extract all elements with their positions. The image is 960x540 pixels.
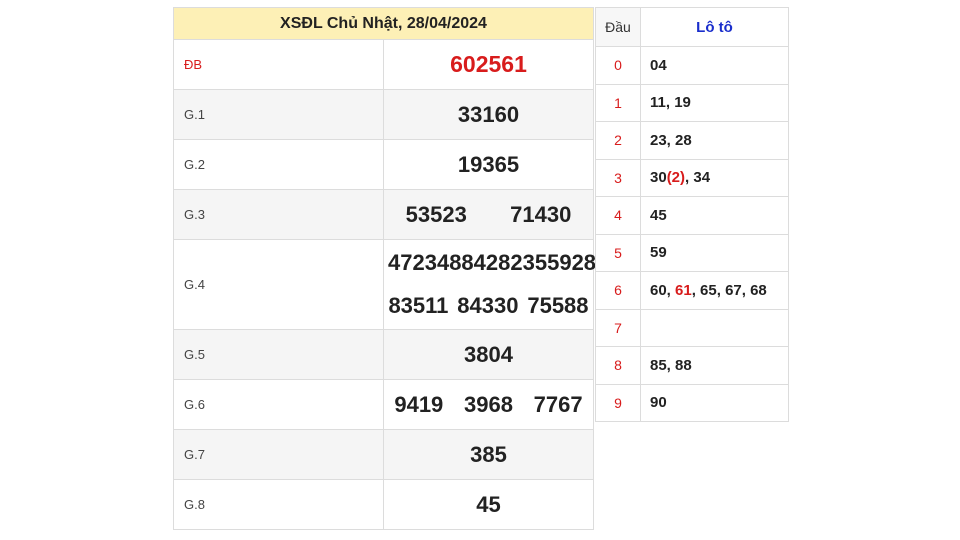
loto-values: 59 [640,233,789,272]
prize-row-g3: G.3 53523 71430 [173,189,594,240]
prize-label: G.8 [173,479,384,530]
loto-dau: 0 [595,46,641,85]
prize-value: 3804 [464,341,513,367]
loto-value: 61 [675,281,692,299]
loto-value: , 34 [685,169,711,187]
loto-values [640,308,789,347]
loto-dau: 8 [595,346,641,385]
loto-row: 9 90 [595,383,789,422]
loto-value: 85, 88 [650,356,692,374]
prize-value: 53523 [405,201,467,227]
prize-value: 33160 [457,101,520,127]
loto-values: 90 [640,383,789,422]
loto-row: 3 30(2), 34 [595,158,789,197]
loto-row: 8 85, 88 [595,346,789,385]
loto-values: 23, 28 [640,121,789,160]
prize-value: 47234 [388,250,450,275]
loto-value: 59 [650,244,667,262]
prize-label: G.4 [173,239,384,330]
results-title: XSĐL Chủ Nhật, 28/04/2024 [173,7,594,40]
loto-dau: 4 [595,196,641,235]
prize-value: 23559 [510,250,572,275]
prize-value: 83511 [388,293,449,318]
loto-value: 23, 28 [650,131,692,149]
prize-value: 3968 [464,391,513,417]
loto-value: , 65, 67, 68 [691,281,767,299]
loto-value: 90 [650,394,667,412]
prize-label: G.5 [173,329,384,380]
prize-row-g1: G.1 33160 [173,89,594,140]
loto-dau: 2 [595,121,641,160]
prize-value: 602561 [450,51,527,77]
prize-label: G.7 [173,429,384,480]
loto-values: 30(2), 34 [640,158,789,197]
prize-value: 45 [476,491,501,517]
loto-value: 60, [650,281,676,299]
loto-value: 45 [650,206,667,224]
prize-value: 9419 [394,391,444,417]
prize-label: G.2 [173,139,384,190]
loto-dau: 6 [595,271,641,310]
prize-row-special: ĐB 602561 [173,39,594,90]
loto-row: 6 60, 61, 65, 67, 68 [595,271,789,310]
loto-dau: 1 [595,83,641,122]
loto-value: (2) [666,169,686,187]
prize-label: G.3 [173,189,384,240]
loto-dau: 7 [595,308,641,347]
loto-row: 2 23, 28 [595,121,789,160]
loto-values: 11, 19 [640,83,789,122]
prize-value: 7767 [533,391,583,417]
prize-label: ĐB [173,39,384,90]
loto-values: 85, 88 [640,346,789,385]
prize-row-g6: G.6 9419 3968 7767 [173,379,594,430]
loto-table: Đầu Lô tô 0 04 1 11, 19 2 23, 28 3 30(2), 34 4 45… [595,7,789,422]
results-table: XSĐL Chủ Nhật, 28/04/2024 ĐB 602561 G.1 … [173,7,633,530]
loto-value: 30 [650,169,667,187]
loto-header-dau: Đầu [595,7,641,47]
loto-row: 4 45 [595,196,789,235]
loto-value: 11, 19 [650,94,691,112]
prize-label: G.1 [173,89,384,140]
prize-row-g5: G.5 3804 [173,329,594,380]
loto-value: 04 [650,56,667,74]
loto-dau: 5 [595,233,641,272]
loto-dau: 3 [595,158,641,197]
loto-values: 04 [640,46,789,85]
loto-header-loto: Lô tô [640,7,789,47]
loto-values: 60, 61, 65, 67, 68 [640,271,789,310]
prize-row-g2: G.2 19365 [173,139,594,190]
loto-values: 45 [640,196,789,235]
prize-value: 385 [470,441,507,467]
prize-value: 88428 [449,250,511,275]
prize-row-g8: G.8 45 [173,479,594,530]
prize-row-g4: G.4 47234 88428 23559 28890 83511 84330 … [173,239,633,330]
prize-value: 84330 [457,293,519,318]
prize-label: G.6 [173,379,384,430]
loto-row: 7 [595,308,789,347]
prize-value: 75588 [527,293,589,318]
prize-row-g7: G.7 385 [173,429,594,480]
prize-value: 19365 [457,151,520,177]
loto-row: 1 11, 19 [595,83,789,122]
loto-row: 0 04 [595,46,789,85]
loto-row: 5 59 [595,233,789,272]
prize-value: 71430 [510,201,572,227]
loto-dau: 9 [595,383,641,422]
